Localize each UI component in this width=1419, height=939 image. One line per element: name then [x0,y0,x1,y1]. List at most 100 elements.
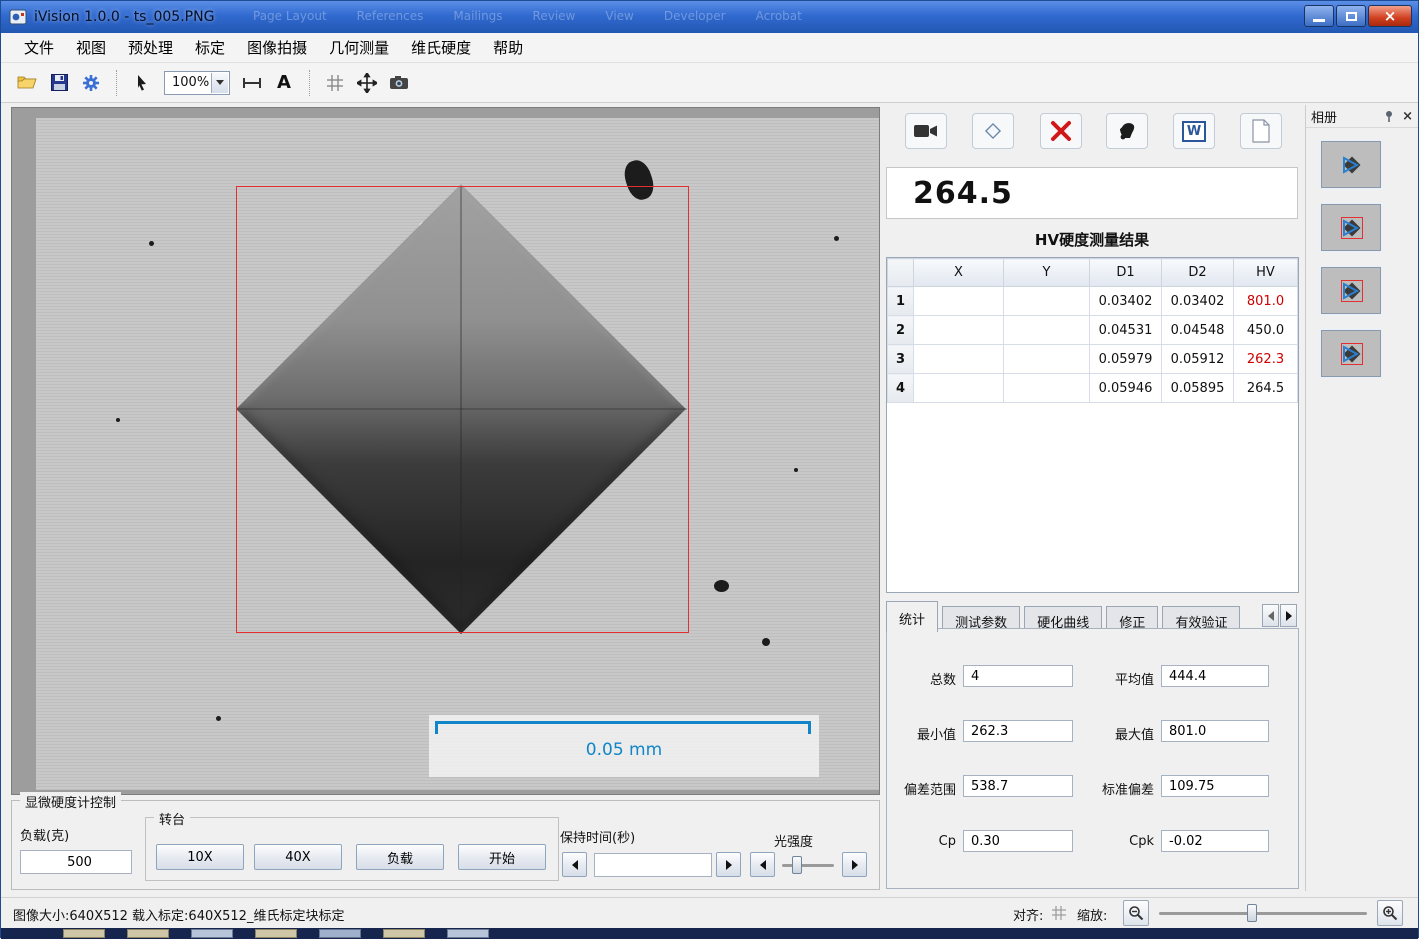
taskbar-item[interactable] [383,929,425,938]
select-tool-button[interactable] [126,68,158,98]
max-field[interactable] [1161,720,1269,742]
zoom-slider-thumb[interactable] [1247,904,1257,922]
cell-d1[interactable]: 0.05979 [1090,345,1162,374]
album-thumbnail[interactable] [1321,204,1381,251]
cpk-field[interactable] [1161,830,1269,852]
table-row[interactable]: 1 0.03402 0.03402 801.0 [888,287,1298,316]
measure-indent-button[interactable] [972,113,1014,149]
album-close-icon[interactable]: × [1402,109,1413,124]
hold-time-increment-button[interactable] [716,852,741,877]
total-count-field[interactable] [963,665,1073,687]
cell-x[interactable] [914,316,1004,345]
menu-file[interactable]: 文件 [13,33,65,62]
cell-hv[interactable]: 262.3 [1234,345,1298,374]
export-word-button[interactable]: W [1173,113,1215,149]
close-button[interactable]: × [1368,5,1412,27]
snapshot-button[interactable] [383,68,415,98]
album-thumbnail[interactable] [1321,267,1381,314]
objective-10x-button[interactable]: 10X [156,844,244,870]
cell-d2[interactable]: 0.05895 [1162,374,1234,403]
center-crosshair-button[interactable] [351,68,383,98]
minimize-button[interactable] [1304,5,1334,27]
cell-y[interactable] [1004,316,1090,345]
cp-field[interactable] [963,830,1073,852]
taskbar-item[interactable] [255,929,297,938]
cell-hv[interactable]: 801.0 [1234,287,1298,316]
menu-vickers-hardness[interactable]: 维氏硬度 [400,33,482,62]
menu-view[interactable]: 视图 [65,33,117,62]
load-input[interactable] [20,850,132,874]
save-button[interactable] [43,68,75,98]
start-button[interactable]: 开始 [458,844,546,870]
menu-help[interactable]: 帮助 [482,33,534,62]
objective-40x-button[interactable]: 40X [254,844,342,870]
titlebar[interactable]: iVision 1.0.0 - ts_005.PNG Page Layout R… [1,1,1418,33]
open-file-button[interactable] [11,68,43,98]
cell-x[interactable] [914,287,1004,316]
menu-preprocess[interactable]: 预处理 [117,33,184,62]
delete-result-button[interactable] [1040,113,1082,149]
light-slider-thumb[interactable] [792,856,802,874]
table-row[interactable]: 2 0.04531 0.04548 450.0 [888,316,1298,345]
cell-d2[interactable]: 0.03402 [1162,287,1234,316]
manual-measure-button[interactable] [1106,113,1148,149]
menu-calibration[interactable]: 标定 [184,33,236,62]
stddev-field[interactable] [1161,775,1269,797]
maximize-button[interactable] [1336,5,1366,27]
taskbar-item[interactable] [63,929,105,938]
cell-d1[interactable]: 0.05946 [1090,374,1162,403]
pin-icon[interactable] [1383,110,1395,123]
zoom-in-button[interactable] [1377,900,1403,926]
results-table[interactable]: X Y D1 D2 HV 1 0.03402 0.03402 801.0 2 [886,257,1299,593]
settings-button[interactable] [75,68,107,98]
cell-d2[interactable]: 0.04548 [1162,316,1234,345]
zoom-select[interactable]: 100% [164,71,230,95]
col-header-x[interactable]: X [914,259,1004,287]
col-header-d1[interactable]: D1 [1090,259,1162,287]
load-position-button[interactable]: 负载 [356,844,444,870]
cell-x[interactable] [914,374,1004,403]
tab-scroll-left-button[interactable] [1262,604,1279,627]
cell-d2[interactable]: 0.05912 [1162,345,1234,374]
menu-image-capture[interactable]: 图像拍摄 [236,33,318,62]
new-report-button[interactable] [1240,113,1282,149]
mean-field[interactable] [1161,665,1269,687]
text-annotation-button[interactable]: A [268,68,300,98]
chevron-down-icon[interactable] [211,73,228,93]
zoom-out-button[interactable] [1123,900,1149,926]
light-increment-button[interactable] [842,852,867,877]
cell-y[interactable] [1004,287,1090,316]
zoom-slider[interactable] [1159,912,1367,915]
cell-d1[interactable]: 0.04531 [1090,316,1162,345]
cell-d1[interactable]: 0.03402 [1090,287,1162,316]
col-header-hv[interactable]: HV [1234,259,1298,287]
cell-y[interactable] [1004,374,1090,403]
range-field[interactable] [963,775,1073,797]
tab-scroll-right-button[interactable] [1280,604,1297,627]
align-grid-icon[interactable] [1051,905,1067,921]
table-row[interactable]: 4 0.05946 0.05895 264.5 [888,374,1298,403]
min-field[interactable] [963,720,1073,742]
table-row[interactable]: 3 0.05979 0.05912 262.3 [888,345,1298,374]
taskbar-item[interactable] [191,929,233,938]
album-thumbnail[interactable] [1321,330,1381,377]
measure-tool-button[interactable] [236,68,268,98]
menu-geometry-measure[interactable]: 几何测量 [318,33,400,62]
cell-hv[interactable]: 264.5 [1234,374,1298,403]
col-header-d2[interactable]: D2 [1162,259,1234,287]
light-slider[interactable] [782,864,834,867]
capture-video-button[interactable] [905,113,947,149]
hold-time-input[interactable] [594,853,712,877]
cell-x[interactable] [914,345,1004,374]
light-decrement-button[interactable] [750,852,775,877]
tab-statistics[interactable]: 统计 [886,601,938,632]
measurement-roi-box[interactable] [236,186,689,633]
cell-hv[interactable]: 450.0 [1234,316,1298,345]
grid-toggle-button[interactable] [319,68,351,98]
microscope-image[interactable]: 0.05 mm [36,118,879,790]
col-header-y[interactable]: Y [1004,259,1090,287]
taskbar-item[interactable] [319,929,361,938]
taskbar-item[interactable] [127,929,169,938]
album-thumbnail[interactable] [1321,141,1381,188]
hold-time-decrement-button[interactable] [562,852,587,877]
